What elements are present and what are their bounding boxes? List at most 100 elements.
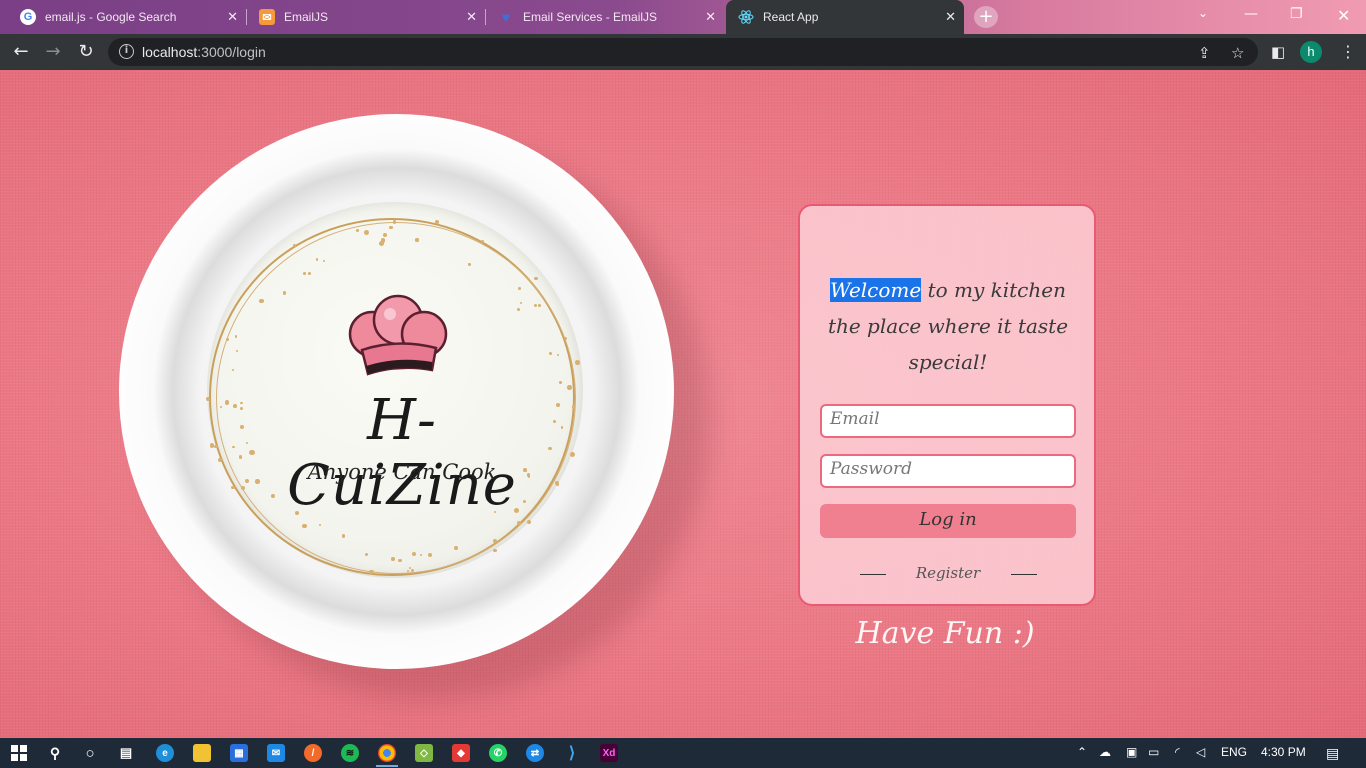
share-icon[interactable]: ⇪ — [1198, 44, 1211, 62]
restore-icon[interactable]: ❐ — [1290, 6, 1303, 22]
volume-icon[interactable]: ◁ — [1196, 745, 1205, 759]
close-tab-icon[interactable]: ✕ — [227, 9, 238, 25]
tab-title: email.js - Google Search — [45, 10, 177, 24]
chef-hat-icon — [348, 294, 448, 376]
have-fun-text: Have Fun :) — [855, 616, 1035, 651]
glitter-dot — [556, 403, 560, 407]
browser-tab-strip: G email.js - Google Search ✕ ✉ EmailJS ✕… — [0, 0, 1366, 34]
side-panel-icon[interactable]: ◧ — [1271, 43, 1285, 61]
store-icon[interactable]: ▦ — [230, 744, 248, 762]
whatsapp-icon[interactable]: ✆ — [489, 744, 507, 762]
email-placeholder: Email — [830, 409, 880, 429]
register-row: Register — [820, 562, 1076, 586]
glitter-dot — [553, 419, 557, 423]
windows-taskbar: ⚲ ○ ▤ e ▦ ✉ / ≋ ◇ ◆ ✆ ⇄ ⟩ Xd ⌃ ☁ ▣ ▭ ◜ ◁… — [0, 738, 1366, 768]
tab-title: Email Services - EmailJS — [523, 10, 658, 24]
glitter-dot — [239, 406, 243, 410]
file-explorer-icon[interactable] — [193, 744, 211, 762]
glitter-dot — [355, 229, 359, 233]
glitter-dot — [492, 538, 497, 543]
glitter-dot — [537, 303, 541, 307]
glitter-dot — [302, 523, 307, 528]
divider-right — [1011, 574, 1037, 575]
glitter-dot — [241, 486, 245, 490]
glitter-dot — [302, 272, 306, 276]
url-text[interactable]: localhost:3000/login — [142, 44, 266, 60]
app-icon[interactable]: ◇ — [415, 744, 433, 762]
glitter-dot — [575, 360, 580, 365]
glitter-dot — [556, 483, 559, 486]
browser-toolbar: ← → ↻ i localhost:3000/login ⇪ ☆ ◧ h ⋮ — [0, 34, 1366, 70]
language-indicator[interactable]: ENG — [1221, 745, 1247, 759]
anydesk-icon[interactable]: ◆ — [452, 744, 470, 762]
glitter-dot — [245, 441, 248, 444]
google-g-icon: G — [20, 9, 36, 25]
glitter-dot — [548, 447, 552, 451]
notifications-icon[interactable]: ▤ — [1326, 745, 1339, 762]
address-bar[interactable]: i localhost:3000/login ⇪ ☆ — [108, 38, 1258, 66]
reload-icon[interactable]: ↻ — [75, 41, 97, 63]
close-tab-icon[interactable]: ✕ — [945, 9, 956, 25]
bookmark-star-icon[interactable]: ☆ — [1231, 44, 1244, 62]
new-tab-button[interactable]: + — [974, 6, 998, 28]
tab-emailjs[interactable]: ✉ EmailJS ✕ — [247, 0, 486, 34]
profile-avatar[interactable]: h — [1300, 41, 1322, 63]
forward-icon[interactable]: → — [42, 41, 64, 63]
glitter-dot — [559, 381, 562, 384]
glitter-dot — [571, 405, 576, 409]
task-view-icon[interactable]: ▤ — [117, 744, 135, 762]
glitter-dot — [481, 240, 484, 243]
edge-icon[interactable]: e — [156, 744, 174, 762]
glitter-dot — [492, 548, 497, 553]
battery-icon[interactable]: ▭ — [1148, 745, 1159, 759]
browser-menu-icon[interactable]: ⋮ — [1340, 41, 1356, 63]
brave-icon[interactable]: / — [304, 744, 322, 762]
glitter-dot — [534, 277, 538, 281]
cortana-icon[interactable]: ○ — [81, 744, 99, 762]
site-info-icon[interactable]: i — [119, 44, 134, 59]
glitter-dot — [368, 569, 374, 575]
tab-search-icon[interactable]: ⌄ — [1198, 6, 1208, 20]
windows-start-icon[interactable] — [10, 744, 28, 762]
spotify-icon[interactable]: ≋ — [341, 744, 359, 762]
close-tab-icon[interactable]: ✕ — [466, 9, 477, 25]
clock[interactable]: 4:30 PM — [1261, 745, 1306, 759]
tab-google-search[interactable]: G email.js - Google Search ✕ — [8, 0, 247, 34]
glitter-dot — [255, 479, 260, 484]
glitter-dot — [230, 485, 235, 490]
tab-react-app[interactable]: React App ✕ — [726, 0, 964, 34]
chrome-icon[interactable] — [378, 744, 396, 762]
tab-title: React App — [763, 10, 819, 24]
glitter-dot — [249, 450, 255, 456]
vscode-icon[interactable]: ⟩ — [563, 744, 581, 762]
glitter-dot — [383, 233, 387, 237]
teamviewer-icon[interactable]: ⇄ — [526, 744, 544, 762]
back-icon[interactable]: ← — [10, 41, 32, 63]
mail-icon[interactable]: ✉ — [267, 744, 285, 762]
glitter-dot — [224, 400, 229, 405]
glitter-dot — [519, 301, 522, 304]
glitter-dot — [518, 287, 521, 290]
tab-email-services[interactable]: ♥ Email Services - EmailJS ✕ — [486, 0, 724, 34]
glitter-dot — [380, 237, 386, 243]
emailjs-heart-icon: ♥ — [501, 9, 511, 25]
onedrive-icon[interactable]: ☁ — [1099, 745, 1111, 759]
login-button[interactable]: Log in — [820, 504, 1076, 538]
glitter-dot — [259, 298, 264, 304]
glitter-dot — [234, 335, 238, 338]
close-tab-icon[interactable]: ✕ — [705, 9, 716, 25]
register-link[interactable]: Register — [820, 564, 1076, 582]
glitter-dot — [231, 368, 234, 371]
email-field[interactable]: Email — [820, 404, 1076, 438]
glitter-dot — [363, 229, 369, 235]
wifi-icon[interactable]: ◜ — [1175, 745, 1180, 759]
tray-chevron-icon[interactable]: ⌃ — [1077, 745, 1087, 759]
adobe-xd-icon[interactable]: Xd — [600, 744, 618, 762]
window-close-icon[interactable]: ✕ — [1337, 6, 1350, 25]
search-icon[interactable]: ⚲ — [46, 744, 64, 762]
minimize-icon[interactable]: — — [1244, 6, 1258, 22]
selected-text: Welcome — [830, 278, 922, 302]
meet-now-icon[interactable]: ▣ — [1126, 745, 1137, 759]
glitter-dot — [232, 403, 237, 408]
password-field[interactable]: Password — [820, 454, 1076, 488]
